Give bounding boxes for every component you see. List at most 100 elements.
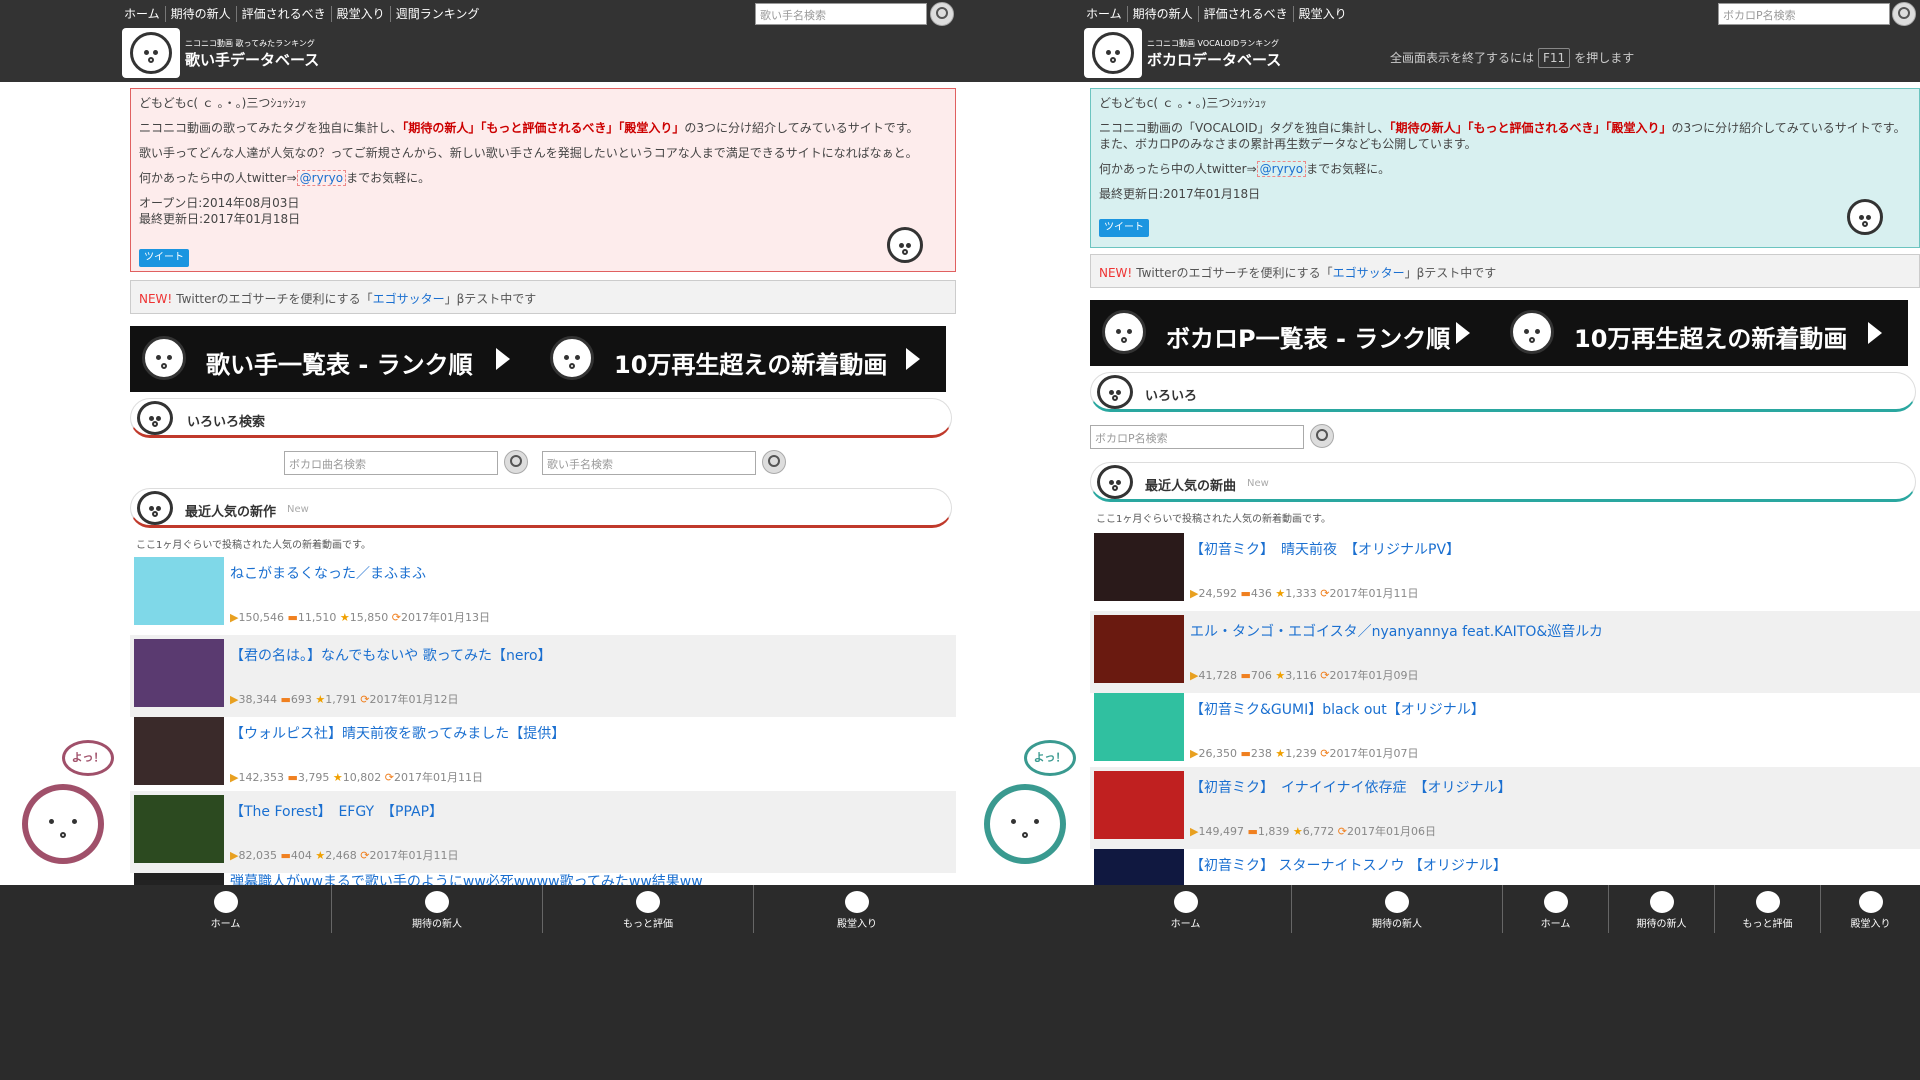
new-videos-link[interactable]: 10万再生超えの新着動画 xyxy=(1574,319,1847,354)
mascot-icon xyxy=(636,891,660,913)
video-thumbnail[interactable] xyxy=(134,795,224,863)
vocaloid-song-search[interactable]: ボカロ曲名検索 xyxy=(284,451,498,475)
headphone-mascot-icon xyxy=(137,401,173,435)
tweet-button[interactable]: ツイート xyxy=(1099,219,1149,237)
tab-home-2[interactable]: ホーム xyxy=(1503,885,1609,933)
mascot-icon xyxy=(1858,891,1883,913)
search-icon[interactable] xyxy=(504,450,528,474)
video-title[interactable]: 【初音ミク】 イナイイナイ依存症 【オリジナル】 xyxy=(1190,777,1511,797)
mascot-icon xyxy=(1102,310,1146,354)
tweet-button[interactable]: ツイート xyxy=(139,249,189,267)
video-title[interactable]: 【初音ミク&GUMI】black out【オリジナル】 xyxy=(1190,699,1485,719)
video-title[interactable]: 【初音ミク】 スターナイトスノウ 【オリジナル】 xyxy=(1190,855,1507,875)
arrow-right-icon xyxy=(1456,322,1470,344)
tab-more-rated[interactable]: もっと評価 xyxy=(1715,885,1821,933)
video-stats: ▶38,344 ▬693 ★1,791 ⟳2017年01月12日 xyxy=(230,693,459,706)
video-item[interactable]: 【初音ミク】 晴天前夜 【オリジナルPV】 ▶24,592 ▬436 ★1,33… xyxy=(1090,529,1920,611)
recent-note: ここ1ヶ月ぐらいで投稿された人気の新着動画です。 xyxy=(136,540,372,551)
speech-bubble: よっ！ xyxy=(62,740,114,776)
video-item[interactable]: 【初音ミク】 スターナイトスノウ 【オリジナル】 xyxy=(1090,845,1920,885)
mascot-icon xyxy=(1649,891,1674,913)
video-thumbnail[interactable] xyxy=(1094,849,1184,885)
video-item[interactable]: 【初音ミク&GUMI】black out【オリジナル】 ▶26,350 ▬238… xyxy=(1090,689,1920,771)
search-icon[interactable] xyxy=(762,450,786,474)
egosatter-link[interactable]: エゴサッター xyxy=(373,292,445,306)
producer-list-link[interactable]: ボカロP一覧表 - ランク順 xyxy=(1166,319,1450,354)
video-item[interactable]: 【君の名は。】なんでもないや 歌ってみた【nero】 ▶38,344 ▬693 … xyxy=(130,635,956,717)
tab-hall-of-fame[interactable]: 殿堂入り xyxy=(754,885,960,933)
nav-hall-of-fame[interactable]: 殿堂入り xyxy=(1292,6,1352,22)
video-title[interactable]: 【ウォルピス社】晴天前夜を歌ってみました【提供】 xyxy=(230,723,565,743)
updated-date: 最終更新日:2017年01月18日 xyxy=(1099,187,1261,201)
greeting: どもどもc( ｃ ｡・。)三つｼｭｯｼｭｯ xyxy=(1099,96,1267,110)
nav-should-be-rated[interactable]: 評価されるべき xyxy=(235,6,331,22)
logo-subtitle: ニコニコ動画 歌ってみたランキング xyxy=(185,39,315,48)
video-title[interactable]: 弾幕職人がwwまるで歌い手のようにww必死wwww歌ってみたww結果ww xyxy=(230,871,703,885)
video-thumbnail[interactable] xyxy=(134,873,224,885)
singer-list-link[interactable]: 歌い手一覧表 - ランク順 xyxy=(206,345,473,380)
tab-new-producers-2[interactable]: 期待の新人 xyxy=(1609,885,1715,933)
singer-name-search[interactable]: 歌い手名検索 xyxy=(542,451,756,475)
video-title[interactable]: 【君の名は。】なんでもないや 歌ってみた【nero】 xyxy=(230,645,552,665)
nav-new-singers[interactable]: 期待の新人 xyxy=(164,6,236,22)
mascot-icon xyxy=(137,491,173,525)
singer-search-input[interactable]: 歌い手名検索 xyxy=(755,3,927,25)
tab-home[interactable]: ホーム xyxy=(1080,885,1292,933)
tab-hall-of-fame[interactable]: 殿堂入り xyxy=(1821,885,1920,933)
mascot-icon xyxy=(213,891,238,913)
producer-name-search[interactable]: ボカロP名検索 xyxy=(1090,425,1304,449)
updated-date: 最終更新日:2017年01月18日 xyxy=(139,212,301,226)
news-bar: NEW! Twitterのエゴサーチを便利にする「エゴサッター」βテスト中です xyxy=(1090,254,1920,288)
mascot-icon xyxy=(1755,891,1780,913)
twitter-link[interactable]: @ryryo xyxy=(296,170,347,186)
nav-home[interactable]: ホーム xyxy=(122,6,165,22)
video-thumbnail[interactable] xyxy=(134,717,224,785)
nav-should-be-rated[interactable]: 評価されるべき xyxy=(1197,6,1293,22)
video-thumbnail[interactable] xyxy=(1094,533,1184,601)
video-title[interactable]: 【初音ミク】 晴天前夜 【オリジナルPV】 xyxy=(1190,539,1460,559)
mascot-icon xyxy=(845,891,869,913)
video-stats: ▶142,353 ▬3,795 ★10,802 ⟳2017年01月11日 xyxy=(230,771,483,784)
producer-search-input[interactable]: ボカロP名検索 xyxy=(1718,3,1890,25)
egosatter-link[interactable]: エゴサッター xyxy=(1333,266,1405,280)
mascot-icon xyxy=(425,891,449,913)
video-item[interactable]: 【ウォルピス社】晴天前夜を歌ってみました【提供】 ▶142,353 ▬3,795… xyxy=(130,713,956,795)
tab-new-producers[interactable]: 期待の新人 xyxy=(1292,885,1503,933)
video-item[interactable]: エル・タンゴ・エゴイスタ／nyanyannya feat.KAITO&巡音ルカ … xyxy=(1090,611,1920,693)
video-item[interactable]: 【初音ミク】 イナイイナイ依存症 【オリジナル】 ▶149,497 ▬1,839… xyxy=(1090,767,1920,849)
intro-box: どもどもc( ｃ ｡・。)三つｼｭｯｼｭｯ ニコニコ動画の歌ってみたタグを独自に… xyxy=(130,88,956,272)
search-icon[interactable] xyxy=(1892,2,1916,26)
video-item[interactable]: 弾幕職人がwwまるで歌い手のようにww必死wwww歌ってみたww結果ww xyxy=(130,869,956,885)
nav-hall-of-fame[interactable]: 殿堂入り xyxy=(330,6,390,22)
logo-title[interactable]: ボカロデータベース xyxy=(1147,49,1281,70)
arrow-right-icon xyxy=(906,348,920,370)
search-icon[interactable] xyxy=(1310,424,1334,448)
tab-home[interactable]: ホーム xyxy=(120,885,332,933)
video-thumbnail[interactable] xyxy=(134,557,224,625)
video-thumbnail[interactable] xyxy=(134,639,224,707)
site-logo[interactable] xyxy=(122,28,180,78)
nav-weekly-ranking[interactable]: 週間ランキング xyxy=(389,6,485,22)
video-stats: ▶41,728 ▬706 ★3,116 ⟳2017年01月09日 xyxy=(1190,669,1419,682)
tab-more-rated[interactable]: もっと評価 xyxy=(543,885,754,933)
search-icon[interactable] xyxy=(930,2,954,26)
new-videos-link[interactable]: 10万再生超えの新着動画 xyxy=(614,345,887,380)
twitter-link[interactable]: @ryryo xyxy=(1256,161,1307,177)
nav-new-producers[interactable]: 期待の新人 xyxy=(1126,6,1198,22)
video-thumbnail[interactable] xyxy=(1094,693,1184,761)
tab-new-singers[interactable]: 期待の新人 xyxy=(332,885,543,933)
video-item[interactable]: ねこがまるくなった／まふまふ ▶150,546 ▬11,510 ★15,850 … xyxy=(130,553,956,635)
video-thumbnail[interactable] xyxy=(1094,615,1184,683)
nav-home[interactable]: ホーム xyxy=(1084,6,1127,22)
video-title[interactable]: エル・タンゴ・エゴイスタ／nyanyannya feat.KAITO&巡音ルカ xyxy=(1190,621,1603,641)
logo-title[interactable]: 歌い手データベース xyxy=(185,49,319,70)
intro-line2: 歌い手ってどんな人達が人気なの？ってご新規さんから、新しい歌い手さんを発掘したい… xyxy=(139,146,918,160)
video-item[interactable]: 【The Forest】 EFGY 【PPAP】 ▶82,035 ▬404 ★2… xyxy=(130,791,956,873)
site-logo[interactable] xyxy=(1084,28,1142,78)
mascot-icon xyxy=(550,336,594,380)
video-title[interactable]: 【The Forest】 EFGY 【PPAP】 xyxy=(230,801,443,821)
main-content: どもどもc( ｃ ｡・。)三つｼｭｯｼｭｯ ニコニコ動画の歌ってみたタグを独自に… xyxy=(0,82,960,885)
video-stats: ▶26,350 ▬238 ★1,239 ⟳2017年01月07日 xyxy=(1190,747,1419,760)
video-title[interactable]: ねこがまるくなった／まふまふ xyxy=(230,563,426,583)
video-thumbnail[interactable] xyxy=(1094,771,1184,839)
